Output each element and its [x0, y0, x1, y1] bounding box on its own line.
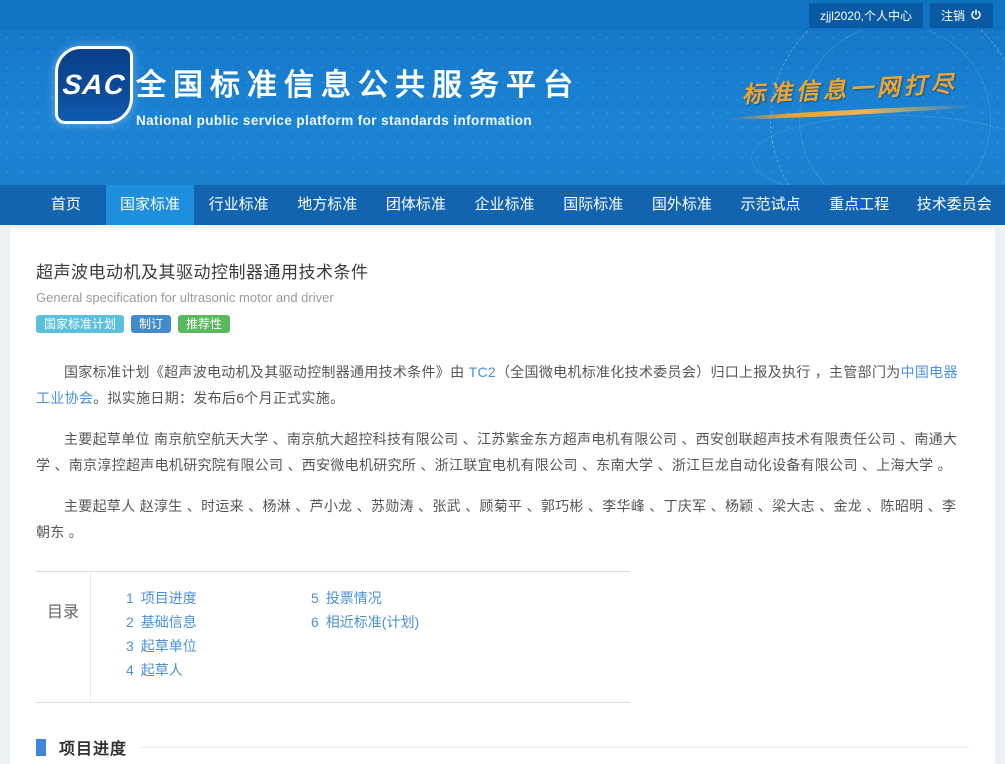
toc-link-basic-info[interactable]: 2 基础信息: [126, 610, 311, 634]
p1-text-1: 国家标准计划《超声波电动机及其驱动控制器通用技术条件》由: [64, 364, 469, 380]
nav-item-demonstration[interactable]: 示范试点: [726, 185, 815, 225]
toc-link-drafters[interactable]: 4 起草人: [126, 658, 311, 682]
nav-item-home[interactable]: 首页: [26, 185, 106, 225]
nav-item-group-standards[interactable]: 团体标准: [372, 185, 461, 225]
toc-link-similar-standards[interactable]: 6 相近标准(计划): [311, 610, 496, 634]
toc-link-label: 相近标准(计划): [326, 614, 419, 630]
tag-national-standard-plan: 国家标准计划: [36, 315, 124, 333]
user-center-button[interactable]: zjjl2020,个人中心: [809, 3, 923, 28]
toc-num: 3: [126, 638, 134, 654]
toc-num: 2: [126, 614, 134, 630]
section-marker: [36, 739, 46, 756]
toc-label: 目录: [36, 572, 91, 702]
nav-item-foreign-standards[interactable]: 国外标准: [638, 185, 727, 225]
sac-logo[interactable]: SAC: [55, 46, 133, 124]
toc-column-2: 5 投票情况 6 相近标准(计划): [311, 586, 496, 682]
page-title: 超声波电动机及其驱动控制器通用技术条件: [36, 258, 969, 283]
page-title-en: General specification for ultrasonic mot…: [36, 290, 969, 305]
toc-num: 4: [126, 662, 134, 678]
sac-logo-text: SAC: [61, 69, 126, 101]
nav-item-industry-standards[interactable]: 行业标准: [194, 185, 283, 225]
brand-block: 全国标准信息公共服务平台 National public service pla…: [136, 60, 580, 128]
toc-link-project-progress[interactable]: 1 项目进度: [126, 586, 311, 610]
power-icon: [970, 9, 982, 21]
paragraph-drafters: 主要起草人 赵淳生 、时运来 、杨淋 、芦小龙 、苏勋涛 、张武 、顾菊平 、郭…: [36, 493, 969, 545]
nav-item-enterprise-standards[interactable]: 企业标准: [460, 185, 549, 225]
toc-link-label: 投票情况: [326, 590, 382, 606]
site-header: SAC 全国标准信息公共服务平台 National public service…: [0, 30, 1005, 185]
toc-num: 5: [311, 590, 319, 606]
section-title: 项目进度: [59, 735, 127, 759]
nav-item-international-standards[interactable]: 国际标准: [549, 185, 638, 225]
content-card: 超声波电动机及其驱动控制器通用技术条件 General specificatio…: [10, 228, 995, 764]
tag-row: 国家标准计划 制订 推荐性: [36, 315, 969, 333]
toc-num: 1: [126, 590, 134, 606]
nav-item-local-standards[interactable]: 地方标准: [283, 185, 372, 225]
section-divider: [141, 747, 969, 748]
tc2-link[interactable]: TC2: [469, 364, 496, 380]
slogan-text: 标准信息一网打尽: [724, 63, 975, 110]
user-center-label: zjjl2020,个人中心: [820, 7, 912, 24]
section-header-project-progress: 项目进度: [36, 735, 969, 759]
p1-text-3: 。拟实施日期：发布后6个月正式实施。: [93, 390, 344, 406]
logout-label: 注销: [941, 7, 965, 24]
toc-link-drafting-units[interactable]: 3 起草单位: [126, 634, 311, 658]
nav-item-national-standards[interactable]: 国家标准: [106, 185, 195, 225]
toc-column-1: 1 项目进度 2 基础信息 3 起草单位 4 起草人: [126, 586, 311, 682]
toc-columns: 1 项目进度 2 基础信息 3 起草单位 4 起草人 5 投票情况 6 相近标准(计划): [91, 572, 496, 702]
tag-formulate: 制订: [131, 315, 171, 333]
table-of-contents: 目录 1 项目进度 2 基础信息 3 起草单位 4 起草人 5 投票情况 6 相近标准(计划…: [36, 571, 630, 703]
toc-link-label: 项目进度: [141, 590, 197, 606]
toc-link-voting[interactable]: 5 投票情况: [311, 586, 496, 610]
toc-link-label: 起草单位: [141, 638, 197, 654]
nav-item-key-projects[interactable]: 重点工程: [815, 185, 904, 225]
paragraph-drafting-units: 主要起草单位 南京航空航天大学 、南京航大超控科技有限公司 、江苏紫金东方超声电…: [36, 426, 969, 478]
logout-button[interactable]: 注销: [930, 3, 993, 28]
site-subtitle: National public service platform for sta…: [136, 113, 580, 128]
toc-num: 6: [311, 614, 319, 630]
toc-link-label: 起草人: [141, 662, 183, 678]
top-bar: zjjl2020,个人中心 注销: [0, 0, 1005, 30]
main-nav: 首页 国家标准 行业标准 地方标准 团体标准 企业标准 国际标准 国外标准 示范…: [0, 185, 1005, 225]
tag-recommended: 推荐性: [178, 315, 230, 333]
p1-text-2: （全国微电机标准化技术委员会）归口上报及执行 ，主管部门为: [496, 364, 901, 380]
toc-link-label: 基础信息: [141, 614, 197, 630]
paragraph-plan-info: 国家标准计划《超声波电动机及其驱动控制器通用技术条件》由 TC2（全国微电机标准…: [36, 359, 969, 411]
summary-paragraphs: 国家标准计划《超声波电动机及其驱动控制器通用技术条件》由 TC2（全国微电机标准…: [36, 359, 969, 545]
nav-item-technical-committees[interactable]: 技术委员会: [903, 185, 1005, 225]
site-title: 全国标准信息公共服务平台: [136, 60, 580, 104]
